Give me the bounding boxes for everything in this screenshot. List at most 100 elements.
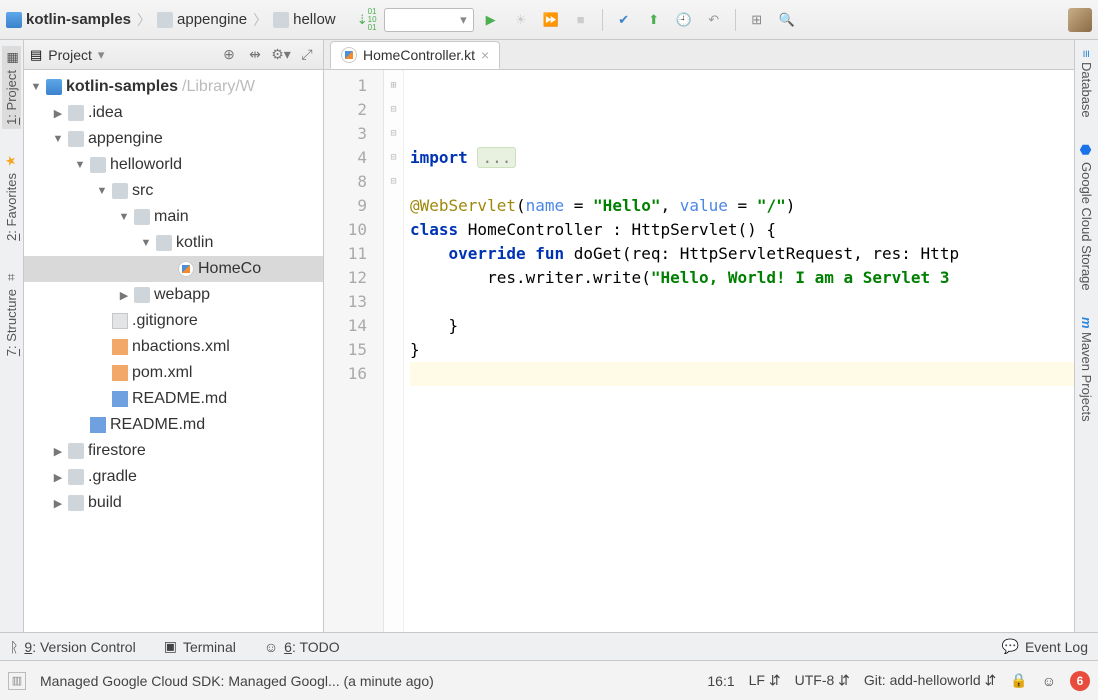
code-line[interactable] (410, 362, 1074, 386)
run-button[interactable]: ▶ (478, 7, 504, 33)
code-editor[interactable]: 12348910111213141516 ⊞⊟⊟⊟⊟ import ... @W… (324, 70, 1074, 632)
bottom-tool-button[interactable]: ▣Terminal (164, 638, 236, 655)
tree-twisty[interactable]: ▼ (52, 133, 64, 145)
tree-item[interactable]: nbactions.xml (24, 334, 323, 360)
close-icon[interactable]: × (481, 47, 489, 63)
tree-twisty[interactable]: ▼ (30, 81, 42, 93)
line-number: 14 (324, 314, 367, 338)
tool-window-tab[interactable]: ⬣Google Cloud Storage (1077, 139, 1096, 295)
breadcrumb-label: appengine (177, 11, 247, 28)
code-line[interactable]: override fun doGet(req: HttpServletReque… (410, 242, 1074, 266)
inspector-icon[interactable]: ☺ (1042, 673, 1056, 689)
code-line[interactable] (410, 98, 1074, 122)
tool-window-tab[interactable]: ≡Database (1077, 46, 1096, 121)
tree-item[interactable]: ▶webapp (24, 282, 323, 308)
notifications-badge[interactable]: 6 (1070, 671, 1090, 691)
debug-button[interactable]: ☀ (508, 7, 534, 33)
tree-twisty[interactable]: ▶ (52, 107, 64, 120)
breadcrumb-item[interactable]: kotlin-samples (6, 11, 131, 28)
hide-icon[interactable]: ⤢ (297, 45, 317, 65)
structure-icon[interactable]: ⊞ (744, 7, 770, 33)
tree-item[interactable]: ▼appengine (24, 126, 323, 152)
stop-button[interactable]: ■ (568, 7, 594, 33)
tree-twisty[interactable]: ▼ (140, 237, 152, 249)
bottom-tool-button[interactable]: ☺6: TODO (264, 638, 340, 655)
tree-item-label: helloworld (110, 156, 182, 174)
search-icon[interactable]: 🔍 (774, 7, 800, 33)
tree-item[interactable]: ▼kotlin (24, 230, 323, 256)
breadcrumb-label: hellow (293, 11, 336, 28)
tree-item[interactable]: ▶.gradle (24, 464, 323, 490)
code-line[interactable]: } (410, 338, 1074, 362)
status-bar: ▥ Managed Google Cloud SDK: Managed Goog… (0, 660, 1098, 700)
tool-window-tab[interactable]: mMaven Projects (1077, 313, 1096, 426)
breadcrumb-item[interactable]: hellow (273, 11, 336, 28)
fold-gutter[interactable]: ⊞⊟⊟⊟⊟ (384, 70, 404, 632)
code-line[interactable]: } (410, 314, 1074, 338)
vcs-update-icon[interactable]: ✔ (611, 7, 637, 33)
tool-window-tab[interactable]: 7: Structure⌗ (2, 265, 21, 360)
project-tree[interactable]: ▼kotlin-samples /Library/W▶.idea▼appengi… (24, 70, 323, 632)
tree-item[interactable]: ▶build (24, 490, 323, 516)
tree-item[interactable]: ▼ helloworld (24, 152, 323, 178)
tree-item[interactable]: ▶firestore (24, 438, 323, 464)
tree-twisty[interactable]: ▼ (96, 185, 108, 197)
tree-twisty[interactable]: ▶ (52, 497, 64, 510)
code-line[interactable]: @WebServlet(name = "Hello", value = "/") (410, 194, 1074, 218)
tool-icon: ☺ (264, 639, 278, 655)
tree-item[interactable]: .gitignore (24, 308, 323, 334)
fold-toggle[interactable]: ⊞ (384, 74, 403, 98)
vcs-history-icon[interactable]: 🕘 (671, 7, 697, 33)
tree-item[interactable]: ▼kotlin-samples /Library/W (24, 74, 323, 100)
caret-position[interactable]: 16:1 (707, 673, 734, 689)
code-line[interactable] (410, 290, 1074, 314)
tree-twisty[interactable]: ▶ (52, 471, 64, 484)
fold-toggle[interactable]: ⊟ (384, 146, 403, 170)
tree-twisty[interactable]: ▼ (118, 211, 130, 223)
avatar[interactable] (1068, 8, 1092, 32)
event-log-button[interactable]: 💬 Event Log (1002, 638, 1089, 655)
code-line[interactable]: import ... (410, 146, 1074, 170)
tool-tab-icon: ▦ (3, 52, 19, 64)
vcs-commit-icon[interactable]: ⬆ (641, 7, 667, 33)
line-separator[interactable]: LF ⇵ (749, 672, 781, 689)
file-encoding[interactable]: UTF-8 ⇵ (795, 672, 850, 689)
gear-icon[interactable]: ⚙▾ (271, 45, 291, 65)
code-line[interactable] (410, 170, 1074, 194)
tree-item[interactable]: ▼main (24, 204, 323, 230)
tree-item[interactable]: README.md (24, 412, 323, 438)
git-branch[interactable]: Git: add-helloworld ⇵ (864, 672, 996, 689)
sdk-icon[interactable]: ▥ (8, 672, 26, 690)
fold-toggle[interactable]: ⊟ (384, 170, 403, 194)
target-icon[interactable]: ⊕ (219, 45, 239, 65)
tool-window-tab[interactable]: 1: Project▦ (2, 46, 21, 129)
sync-icon[interactable]: ⇣011001 (354, 7, 380, 33)
code-line[interactable]: res.writer.write("Hello, World! I am a S… (410, 266, 1074, 290)
tree-item[interactable]: ▼src (24, 178, 323, 204)
tree-twisty[interactable]: ▶ (52, 445, 64, 458)
bottom-tool-button[interactable]: ᚱ9: Version Control (10, 638, 136, 655)
breadcrumb-item[interactable]: appengine (157, 11, 247, 28)
collapse-icon[interactable]: ⇹ (245, 45, 265, 65)
fold-toggle[interactable]: ⊟ (384, 98, 403, 122)
tool-window-tab[interactable]: 2: Favorites★ (2, 149, 21, 245)
chevron-down-icon[interactable]: ▾ (98, 47, 105, 63)
lock-icon[interactable]: 🔒 (1010, 672, 1027, 689)
tool-tab-label: Maven Projects (1079, 332, 1094, 422)
undo-icon[interactable]: ↶ (701, 7, 727, 33)
tree-twisty[interactable]: ▼ (74, 159, 86, 171)
tree-item[interactable]: ▶.idea (24, 100, 323, 126)
run-config-select[interactable]: ▾ (384, 8, 474, 32)
tree-item[interactable]: README.md (24, 386, 323, 412)
project-view-title[interactable]: Project (48, 47, 92, 63)
tree-twisty[interactable]: ▶ (118, 289, 130, 302)
code-line[interactable] (410, 122, 1074, 146)
fold-toggle[interactable]: ⊟ (384, 122, 403, 146)
editor-tab[interactable]: HomeController.kt × (330, 41, 500, 69)
code-content[interactable]: import ... @WebServlet(name = "Hello", v… (404, 70, 1074, 632)
coverage-button[interactable]: ⏩ (538, 7, 564, 33)
tree-item[interactable]: HomeCo (24, 256, 323, 282)
tree-item[interactable]: pom.xml (24, 360, 323, 386)
code-line[interactable] (410, 74, 1074, 98)
code-line[interactable]: class HomeController : HttpServlet() { (410, 218, 1074, 242)
